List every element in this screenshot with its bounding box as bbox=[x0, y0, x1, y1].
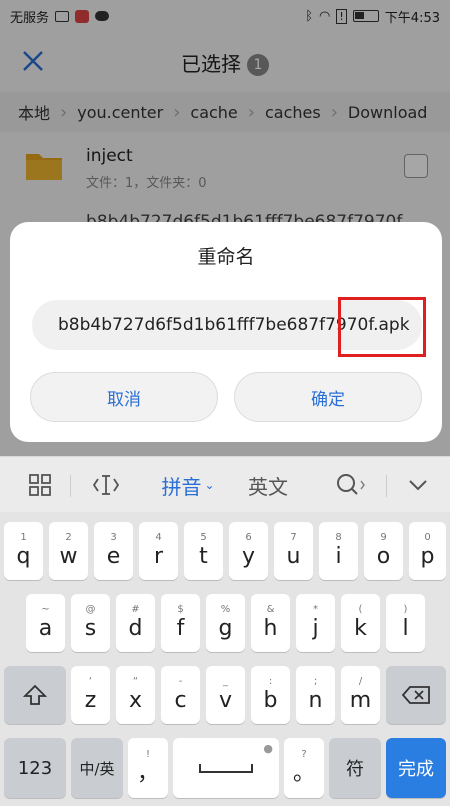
key-x[interactable]: “x bbox=[116, 666, 155, 724]
key-t[interactable]: 5t bbox=[184, 522, 223, 580]
search-icon[interactable] bbox=[326, 457, 376, 513]
key-m[interactable]: / m bbox=[341, 666, 380, 724]
key-w[interactable]: 2w bbox=[49, 522, 88, 580]
numbers-key[interactable]: 123 bbox=[4, 738, 66, 798]
pinyin-mode-button[interactable]: 拼音 ⌄ bbox=[156, 457, 220, 513]
comma-key[interactable]: !， bbox=[128, 738, 168, 798]
key-n[interactable]: ; n bbox=[296, 666, 335, 724]
key-r[interactable]: 4r bbox=[139, 522, 178, 580]
divider bbox=[70, 475, 71, 497]
divider bbox=[386, 475, 387, 497]
key-d[interactable]: # d bbox=[116, 594, 155, 652]
english-mode-button[interactable]: 英文 bbox=[240, 457, 296, 513]
space-key[interactable]: ● bbox=[173, 738, 279, 798]
cursor-icon[interactable] bbox=[86, 457, 126, 513]
grid-icon[interactable] bbox=[20, 457, 60, 513]
key-g[interactable]: % g bbox=[206, 594, 245, 652]
backspace-icon bbox=[401, 686, 430, 704]
key-k[interactable]: (k bbox=[341, 594, 380, 652]
key-u[interactable]: 7u bbox=[274, 522, 313, 580]
symbols-key[interactable]: 符 bbox=[329, 738, 381, 798]
key-v[interactable]: _ v bbox=[206, 666, 245, 724]
collapse-keyboard-icon[interactable] bbox=[400, 457, 436, 513]
cancel-button[interactable]: 取消 bbox=[30, 372, 218, 422]
key-b[interactable]: :b bbox=[251, 666, 290, 724]
key-e[interactable]: 3e bbox=[94, 522, 133, 580]
key-f[interactable]: $ f bbox=[161, 594, 200, 652]
shift-icon bbox=[23, 684, 47, 705]
space-icon bbox=[199, 764, 253, 773]
dialog-title: 重命名 bbox=[197, 246, 255, 268]
period-key[interactable]: ?。 bbox=[284, 738, 324, 798]
microphone-icon: ● bbox=[263, 742, 273, 755]
keyboard: 1q 2w 3e 4r 5t 6y 7u 8i 9o 0p ~ a @ s # d $… bbox=[0, 512, 450, 806]
shift-key[interactable] bbox=[4, 666, 66, 724]
key-z[interactable]: ‘z bbox=[71, 666, 110, 724]
key-s[interactable]: @ s bbox=[71, 594, 110, 652]
key-o[interactable]: 9o bbox=[364, 522, 403, 580]
key-q[interactable]: 1q bbox=[4, 522, 43, 580]
chevron-down-icon: ⌄ bbox=[204, 478, 215, 492]
key-j[interactable]: * j bbox=[296, 594, 335, 652]
key-l[interactable]: ) l bbox=[386, 594, 425, 652]
key-c[interactable]: -c bbox=[161, 666, 200, 724]
key-i[interactable]: 8i bbox=[319, 522, 358, 580]
pinyin-label: 拼音 bbox=[161, 474, 202, 499]
key-p[interactable]: 0p bbox=[409, 522, 446, 580]
extension-highlight-box bbox=[338, 297, 426, 357]
key-a[interactable]: ~ a bbox=[26, 594, 65, 652]
confirm-button[interactable]: 确定 bbox=[234, 372, 422, 422]
ime-toolbar: 拼音 ⌄ 英文 bbox=[0, 456, 450, 512]
done-key[interactable]: 完成 bbox=[386, 738, 446, 798]
key-y[interactable]: 6y bbox=[229, 522, 268, 580]
key-h[interactable]: & h bbox=[251, 594, 290, 652]
language-switch-key[interactable]: 中/英 bbox=[71, 738, 123, 798]
backspace-key[interactable] bbox=[386, 666, 446, 724]
